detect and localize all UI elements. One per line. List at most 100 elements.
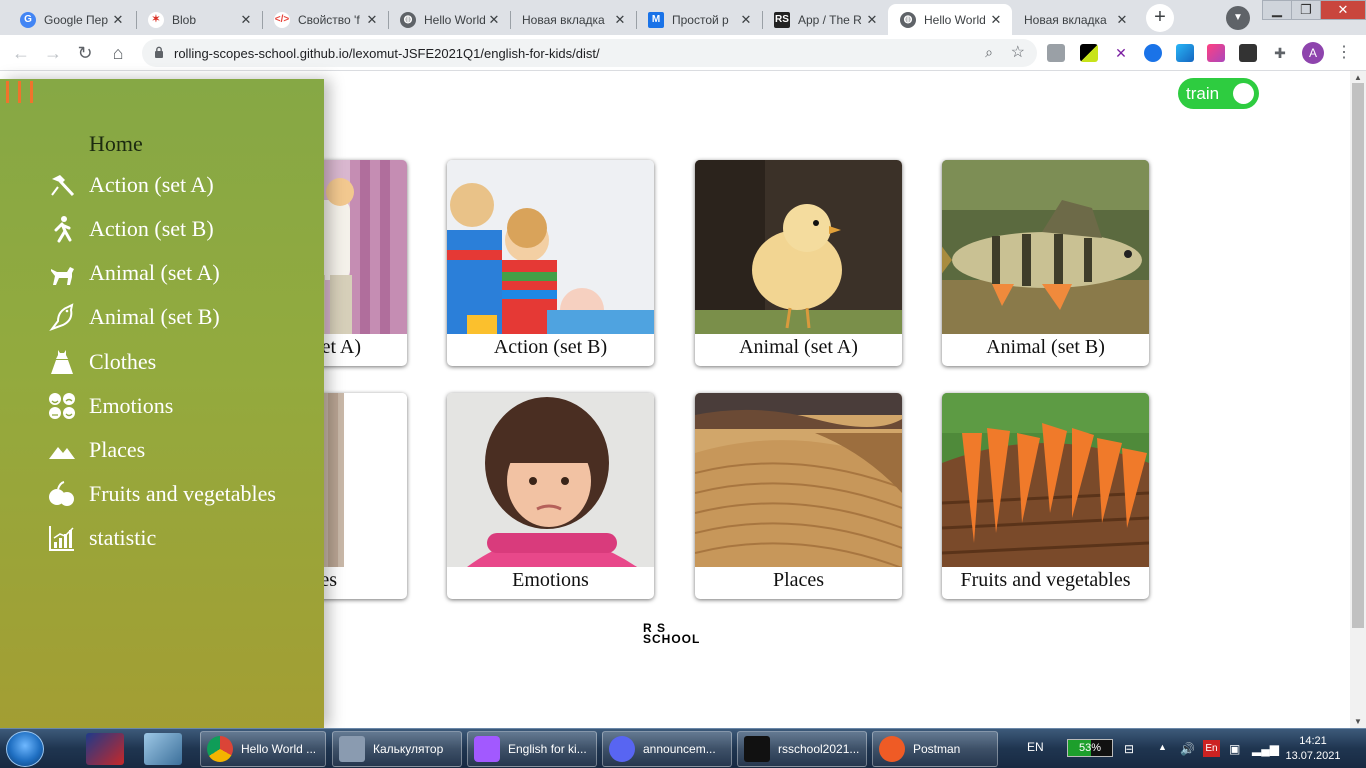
maximize-button[interactable]: ❐ [1291, 0, 1321, 20]
pinned-app-icon[interactable] [86, 733, 124, 765]
card-label: Places [772, 569, 825, 591]
pinned-app-icon[interactable] [144, 733, 182, 765]
extension-icon[interactable]: ✕ [1112, 44, 1130, 62]
taskbar-task[interactable]: announcem... [602, 731, 732, 767]
home-button[interactable]: ⌂ [106, 41, 130, 65]
forward-button[interactable]: → [41, 41, 65, 65]
browser-tab[interactable]: RS App / The R ✕ [762, 4, 888, 35]
extensions-puzzle-icon[interactable]: ✚ [1271, 44, 1289, 62]
address-bar[interactable]: rolling-scopes-school.github.io/lexomut-… [142, 39, 1037, 67]
emotions-icon [49, 393, 75, 419]
taskbar-task[interactable]: Postman [872, 731, 998, 767]
taskbar-task[interactable]: Hello World ... [200, 731, 326, 767]
tab-close-icon[interactable]: ✕ [364, 12, 380, 28]
battery-percent: 53% [1078, 742, 1102, 754]
minimize-button[interactable]: ▁ [1262, 0, 1292, 20]
clock[interactable]: 14:21 13.07.2021 [1283, 734, 1343, 764]
back-button[interactable]: ← [9, 41, 33, 65]
reload-button[interactable]: ↻ [73, 41, 97, 65]
card-label: Action (set B) [493, 336, 608, 358]
scroll-up-arrow-icon[interactable]: ▲ [1354, 73, 1362, 82]
monitor-icon[interactable]: ▣ [1229, 742, 1240, 756]
side-menu: Home Action (set A) Action (set B) Anima… [0, 79, 324, 728]
burger-menu-icon[interactable] [6, 81, 36, 103]
menu-item-label: Places [89, 437, 146, 462]
tab-close-icon[interactable]: ✕ [988, 12, 1004, 28]
menu-item-label: Animal (set B) [89, 304, 220, 329]
browser-tab-active[interactable]: ◍ Hello World ✕ [888, 4, 1012, 35]
volume-icon[interactable]: 🔊 [1180, 742, 1195, 756]
category-card[interactable]: Fruits and vegetables [942, 393, 1149, 599]
dog-icon [51, 267, 74, 285]
category-card[interactable]: Animal (set B) [942, 160, 1149, 366]
browser-tab[interactable]: ◍ Hello World ✕ [388, 4, 510, 35]
menu-item-action-a[interactable]: Action (set A) [48, 170, 214, 200]
os-taskbar: Hello World ... Калькулятор English for … [0, 728, 1366, 768]
network-signal-icon[interactable]: ▂▄▆ [1252, 742, 1279, 756]
category-card[interactable]: Emotions [447, 393, 654, 599]
scroll-thumb[interactable] [1352, 83, 1364, 628]
category-card[interactable]: Animal (set A) [695, 160, 902, 366]
taskbar-task-label: Hello World ... [241, 742, 317, 756]
tab-title: Hello World [924, 12, 986, 27]
tab-close-icon[interactable]: ✕ [110, 12, 126, 28]
card-label: Animal (set A) [739, 336, 858, 358]
tab-title: Новая вкладка [1024, 12, 1107, 27]
menu-item-fruits[interactable]: Fruits and vegetables [48, 479, 276, 509]
tab-close-icon[interactable]: ✕ [486, 12, 502, 28]
tab-close-icon[interactable]: ✕ [738, 12, 754, 28]
browser-tab[interactable]: ✶ Blob ✕ [136, 4, 262, 35]
menu-item-home[interactable]: Home [48, 129, 143, 159]
menu-item-animal-b[interactable]: Animal (set B) [48, 302, 220, 332]
start-button[interactable] [6, 731, 44, 767]
extension-icon[interactable] [1047, 44, 1065, 62]
extension-icon[interactable] [1176, 44, 1194, 62]
page-scrollbar[interactable]: ▲ ▼ [1350, 71, 1366, 728]
menu-item-statistic[interactable]: statistic [48, 523, 156, 553]
close-window-button[interactable]: ✕ [1320, 0, 1366, 20]
browser-tab[interactable]: Новая вкладка ✕ [1012, 4, 1138, 35]
browser-menu-icon[interactable]: ⋮ [1336, 42, 1352, 62]
browser-tab[interactable]: G Google Пер ✕ [8, 4, 134, 35]
tab-close-icon[interactable]: ✕ [238, 12, 254, 28]
power-plug-icon[interactable]: ⊟ [1124, 742, 1134, 756]
bookmark-star-icon[interactable]: ☆ [1011, 42, 1025, 62]
figma-icon [474, 736, 500, 762]
google-translate-icon: G [20, 11, 36, 28]
menu-item-label: Action (set B) [89, 216, 214, 241]
running-person-icon [54, 216, 72, 243]
extension-icon[interactable] [1239, 44, 1257, 62]
zoom-icon[interactable]: ⌕ [985, 44, 993, 61]
language-indicator[interactable]: EN [1027, 740, 1044, 754]
browser-tab[interactable]: </> Свойство 'f ✕ [262, 4, 388, 35]
profile-avatar[interactable]: A [1302, 42, 1324, 64]
input-language-icon[interactable]: En [1203, 740, 1220, 757]
extension-icon[interactable] [1144, 44, 1162, 62]
category-card[interactable]: Action (set B) [447, 160, 654, 366]
battery-indicator[interactable]: 53% [1067, 739, 1113, 757]
scroll-down-arrow-icon[interactable]: ▼ [1354, 717, 1362, 726]
extension-icon[interactable] [1080, 44, 1098, 62]
browser-tab[interactable]: M Простой р ✕ [636, 4, 762, 35]
extension-icon[interactable] [1207, 44, 1225, 62]
menu-item-emotions[interactable]: Emotions [48, 391, 173, 421]
tab-search-button[interactable]: ▼ [1226, 6, 1250, 30]
rs-logo-line2: SCHOOL [643, 632, 701, 646]
taskbar-task[interactable]: Калькулятор [332, 731, 462, 767]
tab-close-icon[interactable]: ✕ [612, 12, 628, 28]
menu-item-action-b[interactable]: Action (set B) [48, 214, 214, 244]
browser-tab[interactable]: Новая вкладка ✕ [510, 4, 636, 35]
new-tab-button[interactable]: + [1146, 4, 1174, 32]
menu-item-places[interactable]: Places [48, 435, 145, 465]
mode-toggle[interactable]: train [1178, 78, 1259, 109]
taskbar-task[interactable]: English for ki... [467, 731, 597, 767]
taskbar-task[interactable]: rsschool2021... [737, 731, 867, 767]
tab-close-icon[interactable]: ✕ [1114, 12, 1130, 28]
show-hidden-icons-icon[interactable]: ▲ [1158, 742, 1167, 752]
menu-item-clothes[interactable]: Clothes [48, 347, 156, 377]
rs-school-logo[interactable]: R S SCHOOL [643, 622, 701, 646]
tab-close-icon[interactable]: ✕ [864, 12, 880, 28]
hammer-icon [51, 175, 75, 197]
category-card[interactable]: Places [695, 393, 902, 599]
menu-item-animal-a[interactable]: Animal (set A) [48, 258, 220, 288]
